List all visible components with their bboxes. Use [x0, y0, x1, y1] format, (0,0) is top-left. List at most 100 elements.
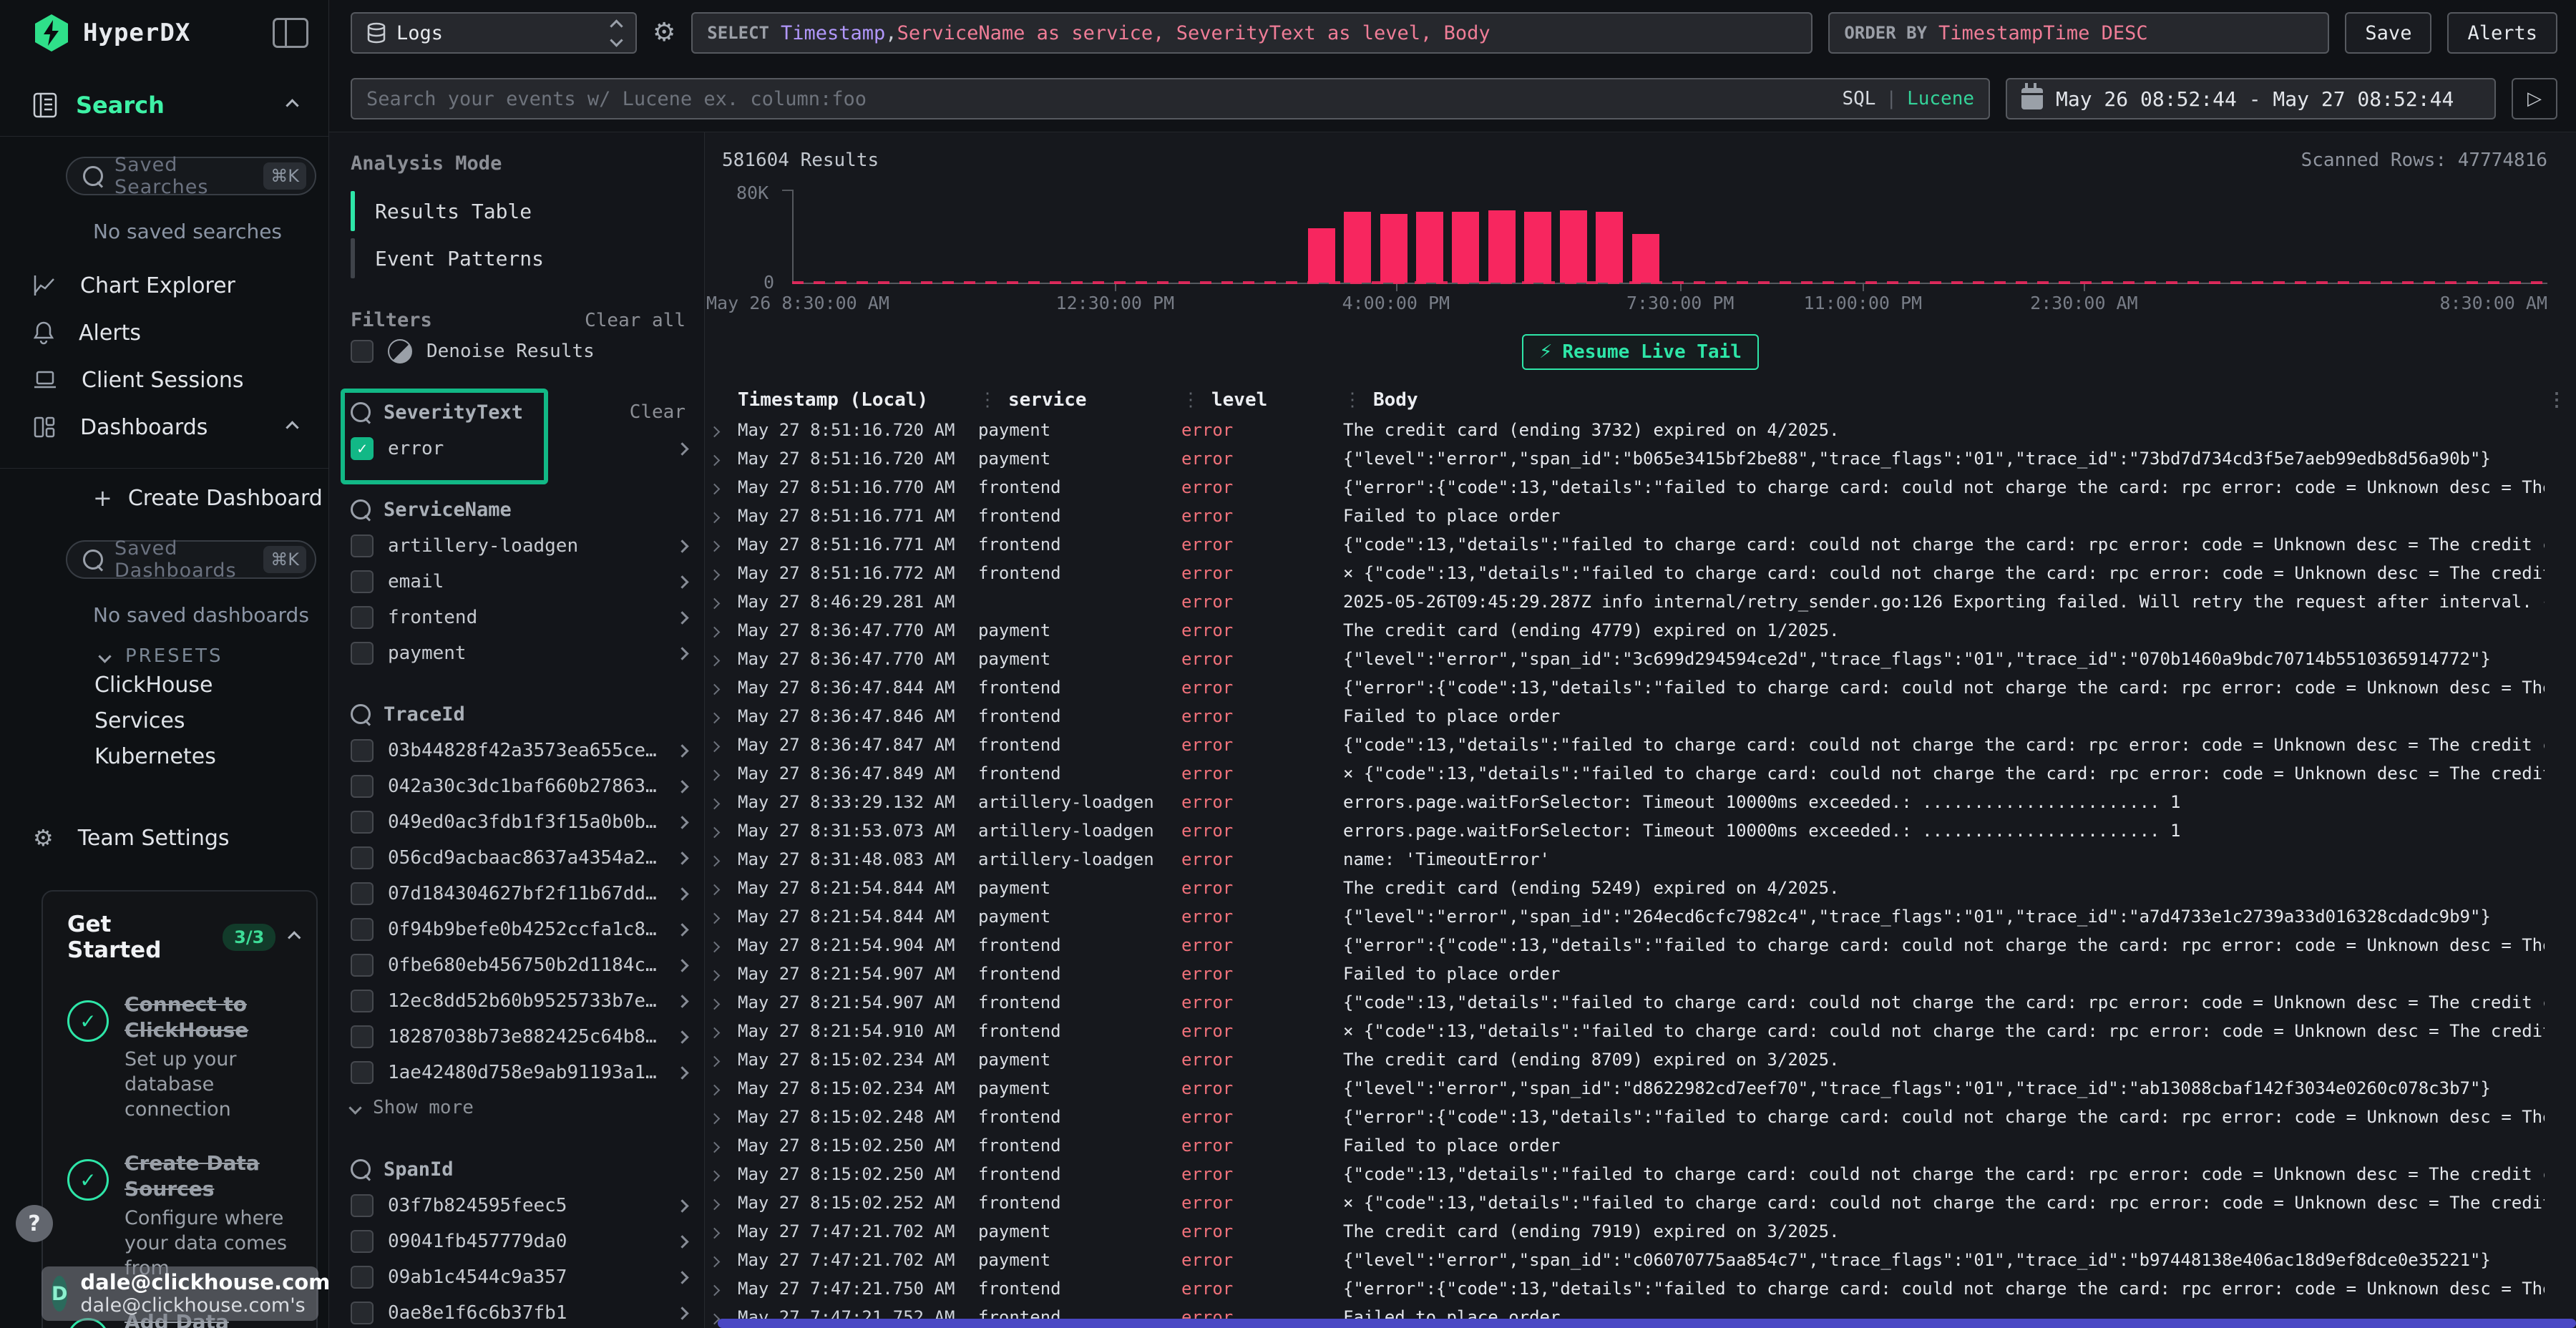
table-row[interactable]: May 27 8:36:47.847 AMfrontenderror{"code… [705, 731, 2576, 759]
checkbox-unchecked[interactable] [351, 846, 374, 869]
collapse-chevron-icon[interactable] [286, 421, 298, 434]
sidebar-item-client-sessions[interactable]: Client Sessions [0, 356, 328, 404]
row-expand-chevron-icon[interactable] [705, 649, 738, 669]
histogram-bar[interactable] [1344, 212, 1371, 283]
row-expand-chevron-icon[interactable] [705, 620, 738, 640]
row-expand-chevron-icon[interactable] [705, 849, 738, 869]
row-expand-chevron-icon[interactable] [705, 1221, 738, 1241]
column-header-level[interactable]: ⋮level [1181, 389, 1343, 411]
create-dashboard-button[interactable]: + Create Dashboard [0, 476, 328, 520]
sidebar-item-team-settings[interactable]: ⚙ Team Settings [0, 814, 328, 861]
filter-value-row[interactable]: 09041fb457779da0 [351, 1226, 690, 1257]
table-row[interactable]: May 27 8:31:48.083 AMartillery-loadgener… [705, 845, 2576, 874]
table-row[interactable]: May 27 8:21:54.844 AMpaymenterror{"level… [705, 902, 2576, 931]
filter-value-row[interactable]: 18287038b73e882425c64b8… [351, 1021, 690, 1053]
row-expand-chevron-icon[interactable] [705, 678, 738, 698]
sidebar-item-alerts[interactable]: Alerts [0, 309, 328, 356]
table-row[interactable]: May 27 8:21:54.910 AMfrontenderror× {"co… [705, 1017, 2576, 1045]
table-row[interactable]: May 27 8:46:29.281 AMerror2025-05-26T09:… [705, 587, 2576, 616]
row-expand-chevron-icon[interactable] [705, 477, 738, 497]
column-drag-handle-icon[interactable]: ⋮ [1343, 389, 1362, 411]
row-expand-chevron-icon[interactable] [705, 1193, 738, 1213]
filter-value-row[interactable]: frontend [351, 602, 690, 633]
filter-value-row[interactable]: email [351, 566, 690, 597]
sidebar-item-chart-explorer[interactable]: Chart Explorer [0, 262, 328, 309]
filter-value-row[interactable]: 07d184304627bf2f11b67dd… [351, 878, 690, 909]
row-expand-chevron-icon[interactable] [705, 1050, 738, 1070]
table-row[interactable]: May 27 7:47:21.702 AMpaymenterrorThe cre… [705, 1217, 2576, 1246]
row-expand-chevron-icon[interactable] [705, 506, 738, 526]
row-expand-chevron-icon[interactable] [705, 592, 738, 612]
table-options-icon[interactable]: ⋮ [2545, 389, 2576, 411]
saved-searches-input[interactable]: Saved Searches ⌘K [66, 157, 316, 195]
row-expand-chevron-icon[interactable] [705, 1250, 738, 1270]
table-row[interactable]: May 27 8:21:54.907 AMfrontenderror{"code… [705, 988, 2576, 1017]
order-by-input[interactable]: ORDER BY TimestampTime DESC [1828, 12, 2329, 54]
checkbox-unchecked[interactable] [351, 811, 374, 834]
checkbox-unchecked[interactable] [351, 739, 374, 762]
table-row[interactable]: May 27 8:51:16.772 AMfrontenderror× {"co… [705, 559, 2576, 587]
table-row[interactable]: May 27 8:21:54.904 AMfrontenderror{"erro… [705, 931, 2576, 960]
checkbox-unchecked[interactable] [351, 954, 374, 977]
filter-value-row[interactable]: 049ed0ac3fdb1f3f15a0b0b… [351, 806, 690, 838]
row-expand-chevron-icon[interactable] [705, 449, 738, 469]
checkbox-unchecked[interactable] [351, 882, 374, 905]
table-row[interactable]: May 27 8:15:02.250 AMfrontenderror{"code… [705, 1160, 2576, 1188]
filter-value-row[interactable]: 03f7b824595feec5 [351, 1190, 690, 1221]
checkbox-checked[interactable]: ✓ [351, 437, 374, 460]
save-button[interactable]: Save [2345, 12, 2431, 54]
checkbox-unchecked[interactable] [351, 1061, 374, 1084]
table-row[interactable]: May 27 8:36:47.846 AMfrontenderrorFailed… [705, 702, 2576, 731]
checkbox-unchecked[interactable] [351, 1194, 374, 1217]
sql-select-input[interactable]: SELECT Timestamp, ServiceName as service… [691, 12, 1813, 54]
table-row[interactable]: May 27 8:36:47.849 AMfrontenderror× {"co… [705, 759, 2576, 788]
table-row[interactable]: May 27 8:21:54.844 AMpaymenterrorThe cre… [705, 874, 2576, 902]
checkbox-unchecked[interactable] [351, 1025, 374, 1048]
histogram-bar[interactable] [1308, 228, 1335, 283]
source-select[interactable]: Logs [351, 12, 637, 54]
table-row[interactable]: May 27 8:36:47.844 AMfrontenderror{"erro… [705, 673, 2576, 702]
checkbox-unchecked[interactable] [351, 918, 374, 941]
denoise-results-toggle[interactable]: Denoise Results [351, 336, 690, 367]
table-row[interactable]: May 27 8:21:54.907 AMfrontenderrorFailed… [705, 960, 2576, 988]
row-expand-chevron-icon[interactable] [705, 792, 738, 812]
presets-header[interactable]: PRESETS [100, 645, 328, 667]
column-header-body[interactable]: ⋮Body [1343, 389, 2545, 411]
row-expand-chevron-icon[interactable] [705, 1164, 738, 1184]
filter-value-row[interactable]: artillery-loadgen [351, 530, 690, 562]
row-expand-chevron-icon[interactable] [705, 534, 738, 555]
date-range-picker[interactable]: May 26 08:52:44 - May 27 08:52:44 [2006, 78, 2496, 119]
sidebar-search-header[interactable]: Search [0, 92, 328, 119]
table-row[interactable]: May 27 8:15:02.234 AMpaymenterrorThe cre… [705, 1045, 2576, 1074]
row-expand-chevron-icon[interactable] [705, 1078, 738, 1098]
row-expand-chevron-icon[interactable] [705, 1021, 738, 1041]
checkbox-unchecked[interactable] [351, 1266, 374, 1289]
checkbox-unchecked[interactable] [351, 340, 374, 363]
row-expand-chevron-icon[interactable] [705, 735, 738, 755]
checkbox-unchecked[interactable] [351, 990, 374, 1012]
row-expand-chevron-icon[interactable] [705, 1136, 738, 1156]
alerts-button[interactable]: Alerts [2447, 12, 2557, 54]
analysis-mode-active[interactable]: Results Table [351, 187, 690, 235]
preset-kubernetes[interactable]: Kubernetes [0, 738, 328, 774]
column-header-service[interactable]: ⋮service [978, 389, 1181, 411]
filter-value-row[interactable]: 0ae8e1f6c6b37fb1 [351, 1297, 690, 1328]
filter-value-row[interactable]: 056cd9acbaac8637a4354a2… [351, 842, 690, 874]
histogram-bar[interactable] [1452, 212, 1479, 283]
checkbox-unchecked[interactable] [351, 534, 374, 557]
table-row[interactable]: May 27 8:51:16.771 AMfrontenderror{"code… [705, 530, 2576, 559]
table-row[interactable]: May 27 8:51:16.770 AMfrontenderror{"erro… [705, 473, 2576, 502]
collapse-chevron-icon[interactable] [288, 931, 301, 944]
table-row[interactable]: May 27 8:15:02.252 AMfrontenderror× {"co… [705, 1188, 2576, 1217]
language-lucene-toggle[interactable]: Lucene [1907, 88, 1974, 109]
table-row[interactable]: May 27 8:33:29.132 AMartillery-loadgener… [705, 788, 2576, 816]
filter-value-row[interactable]: 12ec8dd52b60b9525733b7e… [351, 985, 690, 1017]
run-query-button[interactable]: ▷ [2512, 78, 2557, 119]
row-expand-chevron-icon[interactable] [705, 1107, 738, 1127]
filter-value-row[interactable]: 09ab1c4544c9a357 [351, 1261, 690, 1293]
sidebar-item-dashboards[interactable]: Dashboards [0, 404, 328, 451]
results-histogram[interactable]: 80K 0 [792, 190, 2547, 284]
table-row[interactable]: May 27 8:31:53.073 AMartillery-loadgener… [705, 816, 2576, 845]
checkbox-unchecked[interactable] [351, 1230, 374, 1253]
table-row[interactable]: May 27 8:51:16.771 AMfrontenderrorFailed… [705, 502, 2576, 530]
